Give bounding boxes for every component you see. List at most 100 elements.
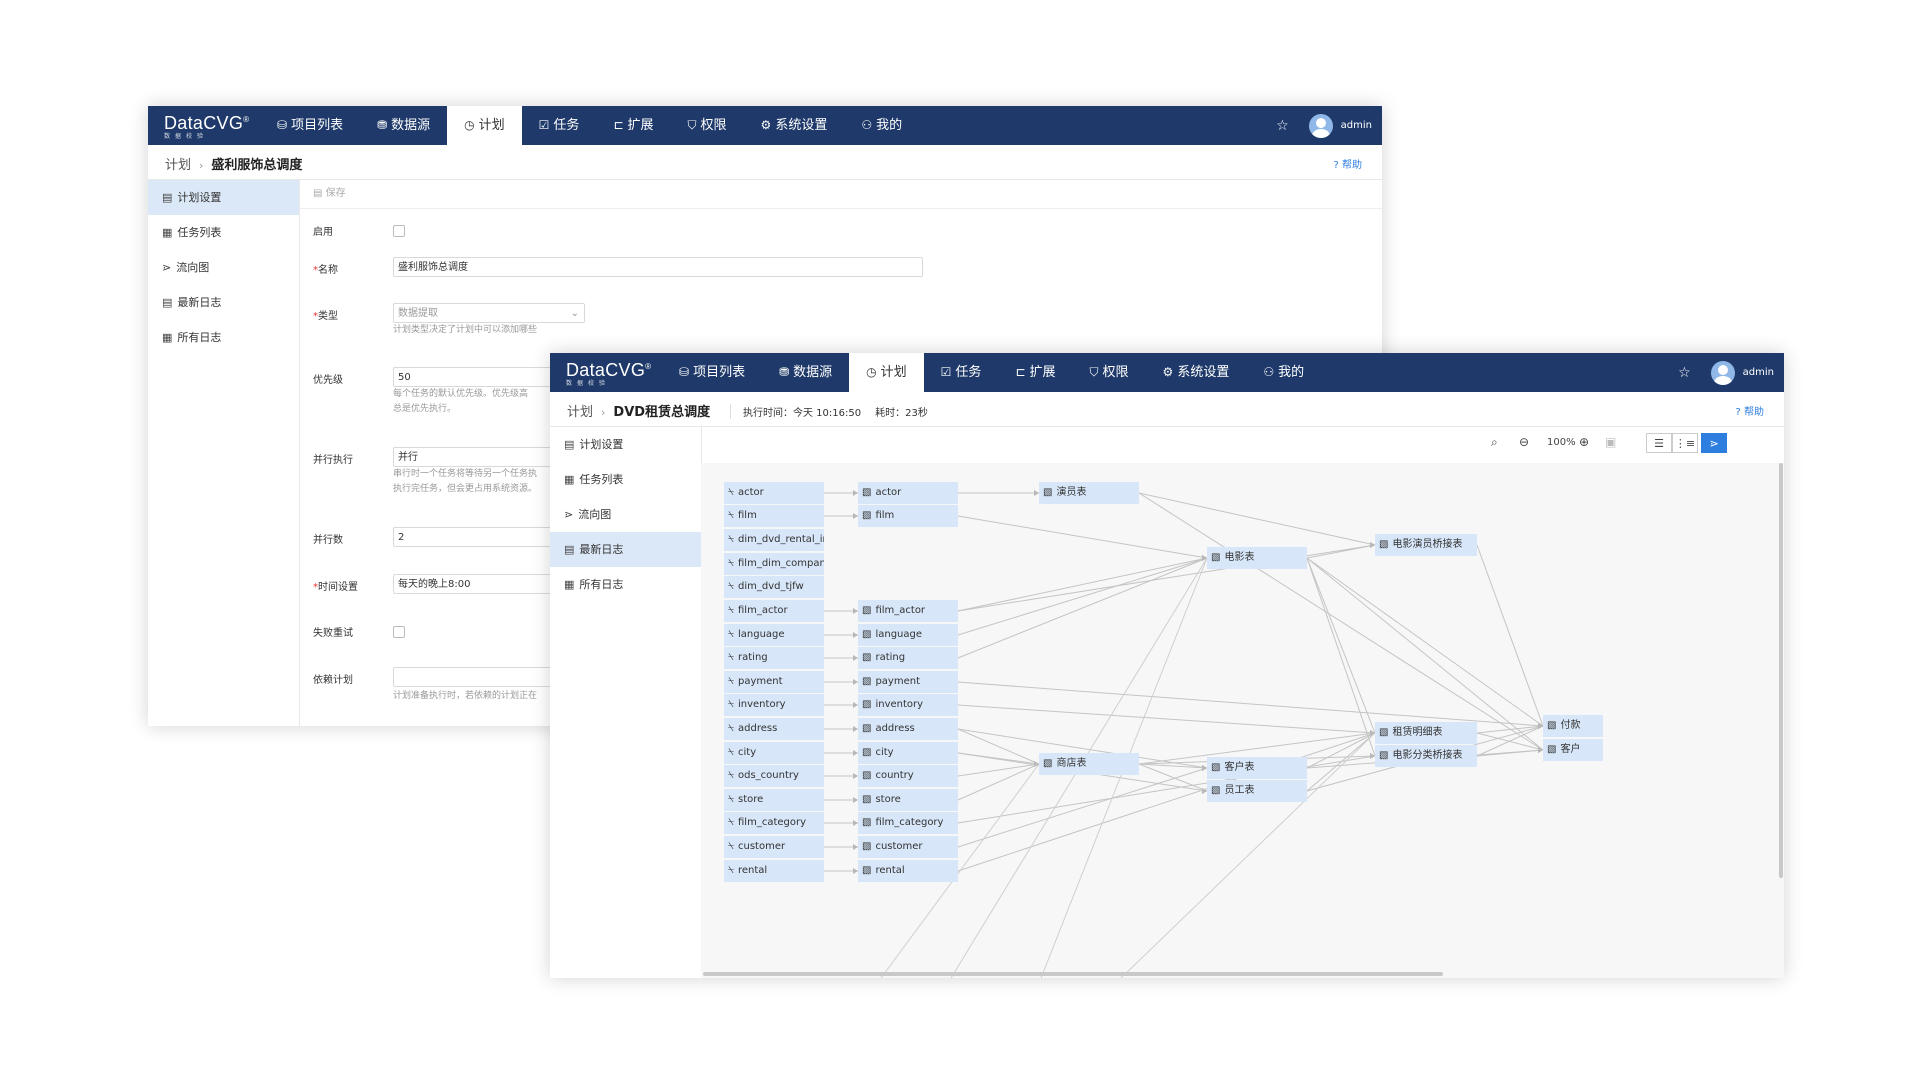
node-source-film-actor[interactable]: ⍀ film_actor [724, 600, 824, 622]
node-source-ods-country[interactable]: ⍀ ods_country [724, 765, 824, 787]
node-staff-table[interactable]: ▧ 员工表 [1207, 780, 1307, 802]
node-store-table[interactable]: ▧ 商店表 [1039, 753, 1139, 775]
tree-view-icon[interactable]: ⋮≡ [1672, 433, 1698, 453]
edge-node-ods-rental-node-rental-detail [957, 732, 1376, 872]
node-source-film-category[interactable]: ⍀ film_category [724, 812, 824, 834]
node-ods-film-actor[interactable]: ▧ film_actor [858, 600, 958, 622]
node-ods-address[interactable]: ▧ address [858, 718, 958, 740]
nav-datasource[interactable]: ⛃ 数据源 [762, 353, 849, 392]
sidebar-item-latest-log[interactable]: ▤ 最新日志 [148, 285, 299, 320]
node-ods-rating[interactable]: ▧ rating [858, 647, 958, 669]
help-link[interactable]: ? 帮助 [1736, 403, 1765, 418]
sidebar-item-plan-settings[interactable]: ▤ 计划设置 [550, 427, 701, 462]
node-ods-payment[interactable]: ▧ payment [858, 671, 958, 693]
extract-icon: ⍀ [728, 676, 734, 687]
help-icon: ? [1735, 407, 1741, 418]
sidebar-item-flow-graph[interactable]: ⋗ 流向图 [550, 497, 701, 532]
nav-task[interactable]: ☑ 任务 [522, 106, 597, 145]
nav-task[interactable]: ☑ 任务 [924, 353, 999, 392]
node-source-payment[interactable]: ⍀ payment [724, 671, 824, 693]
sidebar-item-all-logs[interactable]: ▦ 所有日志 [550, 567, 701, 602]
node-source-store[interactable]: ⍀ store [724, 789, 824, 811]
enable-checkbox[interactable] [393, 225, 405, 237]
nav-extension[interactable]: ⊏ 扩展 [596, 106, 670, 145]
username[interactable]: admin [1743, 367, 1774, 378]
node-ods-inventory[interactable]: ▧ inventory [858, 694, 958, 716]
nav-permission[interactable]: ⛉ 权限 [1073, 353, 1146, 392]
retry-checkbox[interactable] [393, 626, 405, 638]
node-source-inventory[interactable]: ⍀ inventory [724, 694, 824, 716]
node-source-city[interactable]: ⍀ city [724, 742, 824, 764]
nav-permission[interactable]: ⛉ 权限 [671, 106, 744, 145]
node-ods-country[interactable]: ▧ country [858, 765, 958, 787]
nav-system-settings[interactable]: ⚙ 系统设置 [1146, 353, 1247, 392]
node-source-dim-dvd-tjfw[interactable]: ⍀ dim_dvd_tjfw [724, 576, 824, 598]
nav-plan[interactable]: ◷ 计划 [849, 353, 924, 392]
logo[interactable]: DataCVG® 数据校验 [566, 360, 651, 387]
sidebar-item-plan-settings[interactable]: ▤ 计划设置 [148, 180, 299, 215]
table-icon: ▧ [1379, 539, 1389, 550]
fit-screen-icon[interactable]: ▣ [1605, 435, 1616, 449]
node-ods-film[interactable]: ▧ film [858, 505, 958, 527]
node-source-film[interactable]: ⍀ film [724, 505, 824, 527]
node-film-table[interactable]: ▧ 电影表 [1207, 547, 1307, 569]
node-ods-city[interactable]: ▧ city [858, 742, 958, 764]
nav-system-settings[interactable]: ⚙ 系统设置 [744, 106, 845, 145]
node-actor-table[interactable]: ▧ 演员表 [1039, 482, 1139, 504]
breadcrumb-root[interactable]: 计划 [567, 405, 593, 420]
sidebar-item-all-logs[interactable]: ▦ 所有日志 [148, 320, 299, 355]
node-source-address[interactable]: ⍀ address [724, 718, 824, 740]
zoom-out-icon[interactable]: ⊖ [1519, 435, 1529, 449]
zoom-in-icon[interactable]: ⊕ [1579, 435, 1589, 449]
node-source-rental[interactable]: ⍀ rental [724, 860, 824, 882]
breadcrumb-root[interactable]: 计划 [165, 158, 191, 173]
node-source-language[interactable]: ⍀ language [724, 624, 824, 646]
name-input[interactable]: 盛利服饰总调度 [393, 257, 923, 277]
username[interactable]: admin [1341, 120, 1372, 131]
type-label: *类型 [313, 311, 338, 322]
flow-view-icon[interactable]: ⋗ [1701, 433, 1727, 453]
list-view-icon[interactable]: ☰ [1646, 433, 1672, 453]
sidebar-item-flow-graph[interactable]: ⋗ 流向图 [148, 250, 299, 285]
nav-project-list[interactable]: ⛁ 项目列表 [662, 353, 762, 392]
node-customer-table[interactable]: ▧ 客户表 [1207, 757, 1307, 779]
avatar[interactable] [1710, 360, 1735, 385]
sidebar-item-task-list[interactable]: ▦ 任务列表 [148, 215, 299, 250]
log-icon: ▤ [564, 543, 575, 556]
node-rental-detail[interactable]: ▧ 租赁明细表 [1375, 722, 1477, 744]
type-select[interactable]: 数据提取 ⌄ [393, 303, 585, 323]
nav-datasource[interactable]: ⛃ 数据源 [360, 106, 447, 145]
nav-mine[interactable]: ⚇ 我的 [1246, 353, 1321, 392]
node-ods-actor[interactable]: ▧ actor [858, 482, 958, 504]
save-button[interactable]: ▤ 保存 [299, 180, 1382, 209]
node-payment-fact[interactable]: ▧ 付款 [1543, 715, 1603, 737]
node-source-dim-dvd-rental[interactable]: ⍀dim_dvd_rental_indi... [724, 529, 824, 551]
node-ods-store[interactable]: ▧ store [858, 789, 958, 811]
graph-canvas[interactable]: ⍀actor ⍀film ⍀dim_dvd_rental_indi... ⍀fi… [701, 463, 1784, 978]
node-source-actor[interactable]: ⍀ actor [724, 482, 824, 504]
node-ods-rental[interactable]: ▧ rental [858, 860, 958, 882]
help-link[interactable]: ? 帮助 [1334, 156, 1363, 171]
logo[interactable]: DataCVG® 数据校验 [164, 113, 249, 140]
sidebar-item-latest-log[interactable]: ▤ 最新日志 [550, 532, 701, 567]
horizontal-scrollbar[interactable] [703, 972, 1443, 976]
nav-mine[interactable]: ⚇ 我的 [844, 106, 919, 145]
node-customer-fact[interactable]: ▧ 客户 [1543, 739, 1603, 761]
node-source-rating[interactable]: ⍀ rating [724, 647, 824, 669]
node-ods-customer[interactable]: ▧ customer [858, 836, 958, 858]
node-film-actor-bridge[interactable]: ▧ 电影演员桥接表 [1375, 534, 1477, 556]
node-film-category-bridge[interactable]: ▧ 电影分类桥接表 [1375, 745, 1477, 767]
favorite-star-icon[interactable]: ☆ [1276, 118, 1289, 134]
node-ods-film-category[interactable]: ▧ film_category [858, 812, 958, 834]
search-icon[interactable]: ⌕ [1491, 435, 1498, 450]
node-source-film-dim-company[interactable]: ⍀ film_dim_company [724, 553, 824, 575]
nav-project-list[interactable]: ⛁ 项目列表 [260, 106, 360, 145]
nav-extension[interactable]: ⊏ 扩展 [998, 353, 1072, 392]
node-source-customer[interactable]: ⍀ customer [724, 836, 824, 858]
nav-plan[interactable]: ◷ 计划 [447, 106, 522, 145]
avatar[interactable] [1308, 113, 1333, 138]
node-ods-language[interactable]: ▧ language [858, 624, 958, 646]
vertical-scrollbar[interactable] [1779, 463, 1783, 878]
favorite-star-icon[interactable]: ☆ [1678, 365, 1691, 381]
sidebar-item-task-list[interactable]: ▦ 任务列表 [550, 462, 701, 497]
